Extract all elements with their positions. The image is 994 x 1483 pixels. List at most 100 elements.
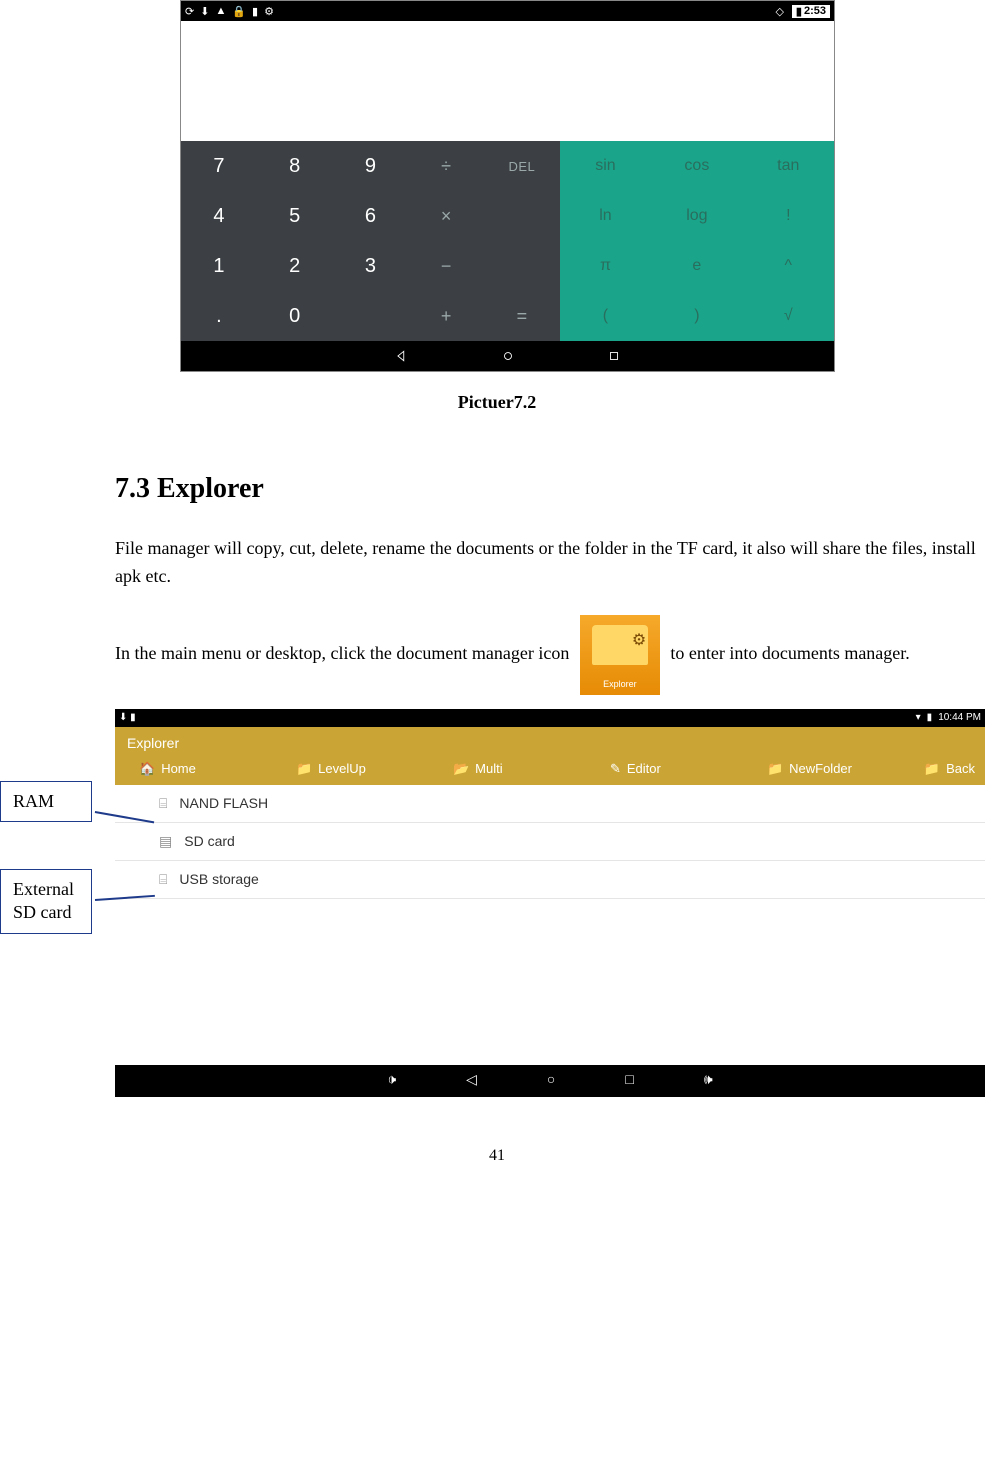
usb-icon: ⌸: [159, 871, 167, 888]
sd-icon: ▮: [130, 712, 136, 723]
battery-icon: ▮: [927, 712, 933, 723]
list-item-usb-label: USB storage: [179, 871, 258, 887]
list-item-nand[interactable]: ⌸ NAND FLASH: [115, 785, 985, 823]
key-5[interactable]: 5: [257, 191, 333, 241]
newfolder-icon: 📁: [767, 761, 783, 777]
wifi-icon: ◇: [775, 5, 783, 18]
toolbar-newfolder-label: NewFolder: [789, 761, 852, 776]
figure-caption-1: Pictuer7.2: [0, 392, 994, 413]
volume-down-icon[interactable]: 🕩: [387, 1073, 396, 1089]
nav-home-icon[interactable]: [500, 348, 516, 364]
toolbar-back[interactable]: 📁 Back: [924, 761, 975, 777]
explorer-toolbar: 🏠 Home 📁 LevelUp 📂 Multi ✎ Editor 📁: [115, 757, 985, 785]
toolbar-newfolder[interactable]: 📁 NewFolder: [767, 761, 914, 777]
android-navbar-2: 🕩 ◁ ○ □ 🕪: [115, 1065, 985, 1097]
download-icon: ⬇: [119, 712, 127, 723]
multi-icon: 📂: [453, 761, 469, 777]
explorer-list: ⌸ NAND FLASH ▤ SD card ⌸ USB storage: [115, 785, 985, 1065]
key-8[interactable]: 8: [257, 141, 333, 191]
android-statusbar: ⟳ ⬇ ▲ 🔒 ▮ ⚙ ◇ ▮ 2:53: [181, 1, 834, 21]
explorer-screenshot: ⬇ ▮ ▾ ▮ 10:44 PM Explorer 🏠 Home 📁 Level…: [115, 709, 985, 1097]
key-pow[interactable]: ^: [743, 241, 834, 291]
lock-icon: 🔒: [232, 5, 246, 18]
download-icon: ⬇: [200, 5, 209, 18]
paragraph-1: File manager will copy, cut, delete, ren…: [115, 535, 994, 591]
toolbar-editor-label: Editor: [627, 761, 661, 776]
callout-ram-label: RAM: [13, 791, 54, 811]
battery-icon: ▮: [796, 5, 802, 18]
toolbar-editor[interactable]: ✎ Editor: [610, 761, 757, 777]
key-blank-1: [484, 191, 560, 241]
key-plus[interactable]: +: [408, 291, 484, 341]
key-divide[interactable]: ÷: [408, 141, 484, 191]
android-navbar: [181, 341, 834, 371]
explorer-app-icon: ⚙: [580, 615, 660, 695]
key-cos[interactable]: cos: [651, 141, 742, 191]
edit-icon: ✎: [610, 761, 621, 777]
key-1[interactable]: 1: [181, 241, 257, 291]
key-equals[interactable]: =: [484, 291, 560, 341]
key-dot[interactable]: .: [181, 291, 257, 341]
list-item-usb[interactable]: ⌸ USB storage: [115, 861, 985, 899]
page-number: 41: [0, 1147, 994, 1165]
debug-icon: ⚙: [264, 5, 274, 18]
toolbar-multi[interactable]: 📂 Multi: [453, 761, 600, 777]
explorer-title: Explorer: [115, 727, 985, 757]
key-rparen[interactable]: ): [651, 291, 742, 341]
toolbar-home[interactable]: 🏠 Home: [139, 761, 286, 777]
drive-icon: ⌸: [159, 795, 167, 812]
battery-time: ▮ 2:53: [792, 5, 830, 18]
sd-icon: ▮: [252, 5, 258, 18]
clock-text-2: 10:44 PM: [938, 712, 981, 723]
list-item-sdcard-label: SD card: [184, 833, 235, 849]
rotate-icon: ⟳: [185, 5, 194, 18]
volume-up-icon[interactable]: 🕪: [704, 1073, 713, 1089]
sdcard-icon: ▤: [159, 833, 172, 850]
android-statusbar-2: ⬇ ▮ ▾ ▮ 10:44 PM: [115, 709, 985, 727]
key-multiply[interactable]: ×: [408, 191, 484, 241]
nav-back-icon[interactable]: ◁: [466, 1072, 477, 1089]
key-delete[interactable]: DEL: [484, 141, 560, 191]
paragraph-2: In the main menu or desktop, click the d…: [115, 615, 994, 695]
key-tan[interactable]: tan: [743, 141, 834, 191]
paragraph-2-post: to enter into documents manager.: [670, 643, 909, 663]
key-ln[interactable]: ln: [560, 191, 651, 241]
key-2[interactable]: 2: [257, 241, 333, 291]
callout-sd-line2: SD card: [13, 902, 71, 922]
key-sin[interactable]: sin: [560, 141, 651, 191]
back-icon: 📁: [924, 761, 940, 777]
nav-recent-icon[interactable]: [606, 348, 622, 364]
key-lparen[interactable]: (: [560, 291, 651, 341]
key-e[interactable]: e: [651, 241, 742, 291]
toolbar-multi-label: Multi: [475, 761, 502, 776]
key-7[interactable]: 7: [181, 141, 257, 191]
key-minus[interactable]: −: [408, 241, 484, 291]
key-0[interactable]: 0: [257, 291, 333, 341]
list-item-sdcard[interactable]: ▤ SD card: [115, 823, 985, 861]
wifi-icon: ▾: [916, 712, 921, 723]
key-fact[interactable]: !: [743, 191, 834, 241]
toolbar-levelup[interactable]: 📁 LevelUp: [296, 761, 443, 777]
list-item-nand-label: NAND FLASH: [179, 795, 268, 811]
key-6[interactable]: 6: [333, 191, 409, 241]
key-log[interactable]: log: [651, 191, 742, 241]
section-heading: 7.3 Explorer: [115, 473, 994, 505]
toolbar-back-label: Back: [946, 761, 975, 776]
key-blank-3: [333, 291, 409, 341]
nav-recent-icon[interactable]: □: [625, 1073, 633, 1089]
key-3[interactable]: 3: [333, 241, 409, 291]
key-pi[interactable]: π: [560, 241, 651, 291]
toolbar-home-label: Home: [161, 761, 196, 776]
nav-back-icon[interactable]: [394, 348, 410, 364]
callout-ram: RAM: [0, 781, 92, 822]
key-4[interactable]: 4: [181, 191, 257, 241]
numeric-keypad: 7 8 9 ÷ DEL 4 5 6 × 1 2 3 − . 0 + =: [181, 141, 560, 341]
nav-home-icon[interactable]: ○: [547, 1073, 555, 1089]
key-sqrt[interactable]: √: [743, 291, 834, 341]
clock-text: 2:53: [804, 5, 826, 17]
key-9[interactable]: 9: [333, 141, 409, 191]
scientific-keypad: sin cos tan ln log ! π e ^ ( ) √: [560, 141, 834, 341]
calculator-screenshot: ⟳ ⬇ ▲ 🔒 ▮ ⚙ ◇ ▮ 2:53 7 8 9 ÷ D: [180, 0, 835, 372]
calculator-keypad: 7 8 9 ÷ DEL 4 5 6 × 1 2 3 − . 0 + =: [181, 141, 834, 341]
calculator-display[interactable]: [181, 21, 834, 141]
